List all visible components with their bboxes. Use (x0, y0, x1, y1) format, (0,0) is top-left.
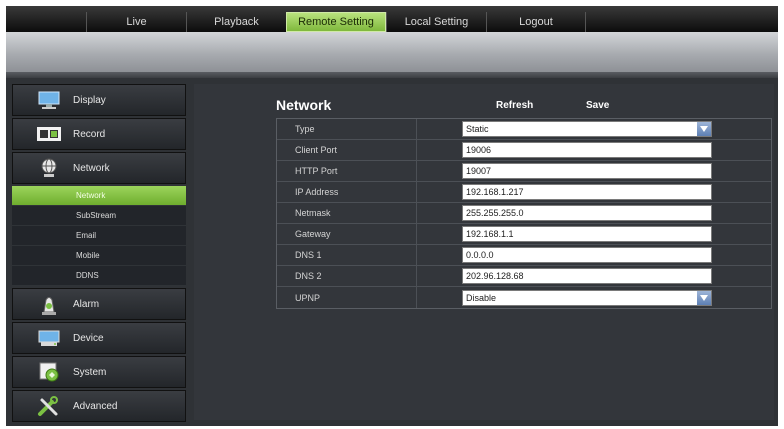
sidebar-item-label: Device (73, 332, 104, 344)
sidebar: Display Record Network Network SubStream… (12, 84, 186, 424)
refresh-button[interactable]: Refresh (496, 100, 533, 111)
subitem-network[interactable]: Network (12, 186, 186, 206)
film-icon (35, 123, 63, 145)
tab-logout[interactable]: Logout (486, 12, 586, 32)
sidebar-item-label: Advanced (73, 400, 118, 412)
siren-icon (35, 293, 63, 315)
upnp-select-value: Disable (466, 292, 497, 303)
settings-row-netmask: Netmask (277, 203, 771, 224)
sidebar-item-label: Display (73, 94, 106, 106)
field-label: HTTP Port (277, 161, 417, 181)
sidebar-item-label: Network (73, 162, 110, 174)
sidebar-item-label: System (73, 366, 107, 378)
tab-local-setting[interactable]: Local Setting (386, 12, 486, 32)
http-port-input[interactable] (462, 163, 712, 179)
tab-remote-setting[interactable]: Remote Setting (286, 12, 386, 32)
sidebar-item-network[interactable]: Network (12, 152, 186, 184)
chevron-down-icon[interactable] (697, 122, 711, 136)
chevron-down-icon[interactable] (697, 290, 711, 305)
field-label: Netmask (277, 203, 417, 223)
sidebar-item-record[interactable]: Record (12, 118, 186, 150)
settings-row-gateway: Gateway (277, 224, 771, 245)
tab-live[interactable]: Live (86, 12, 186, 32)
sidebar-item-label: Record (73, 128, 106, 140)
network-submenu: Network SubStream Email Mobile DDNS (12, 186, 186, 286)
top-nav-bar: Live Playback Remote Setting Local Setti… (6, 6, 778, 32)
panel-header: Network Refresh Save (276, 94, 770, 116)
sidebar-item-system[interactable]: System (12, 356, 186, 388)
settings-row-dns1: DNS 1 (277, 245, 771, 266)
main-tabs: Live Playback Remote Setting Local Setti… (86, 12, 586, 32)
settings-row-dns2: DNS 2 (277, 266, 771, 287)
tools-icon (35, 395, 63, 417)
system-icon (35, 361, 63, 383)
globe-icon (35, 157, 63, 179)
sidebar-item-alarm[interactable]: Alarm (12, 288, 186, 320)
upnp-select[interactable]: Disable (462, 289, 712, 306)
field-label: Client Port (277, 140, 417, 160)
dns1-input[interactable] (462, 247, 712, 263)
tab-playback[interactable]: Playback (186, 12, 286, 32)
ip-address-input[interactable] (462, 184, 712, 200)
settings-row-ip-address: IP Address (277, 182, 771, 203)
client-port-input[interactable] (462, 142, 712, 158)
type-select-value: Static (466, 124, 489, 134)
settings-row-http-port: HTTP Port (277, 161, 771, 182)
content-panel: Network Refresh Save Type Static Client … (194, 84, 774, 420)
field-label: IP Address (277, 182, 417, 202)
hdd-icon (35, 327, 63, 349)
subitem-email[interactable]: Email (12, 226, 186, 246)
field-label: Type (277, 119, 417, 139)
field-label: DNS 1 (277, 245, 417, 265)
sidebar-item-display[interactable]: Display (12, 84, 186, 116)
page-title: Network (276, 97, 332, 113)
field-label: Gateway (277, 224, 417, 244)
header-band (6, 32, 778, 72)
settings-row-type: Type Static (277, 119, 771, 140)
settings-row-upnp: UPNP Disable (277, 287, 771, 308)
sidebar-item-advanced[interactable]: Advanced (12, 390, 186, 422)
type-select[interactable]: Static (462, 121, 712, 137)
field-label: UPNP (277, 287, 417, 308)
subitem-ddns[interactable]: DDNS (12, 266, 186, 286)
settings-row-client-port: Client Port (277, 140, 771, 161)
network-settings-grid: Type Static Client Port HTTP Port (276, 118, 772, 309)
netmask-input[interactable] (462, 205, 712, 221)
field-label: DNS 2 (277, 266, 417, 286)
subitem-substream[interactable]: SubStream (12, 206, 186, 226)
monitor-icon (35, 89, 63, 111)
sidebar-item-device[interactable]: Device (12, 322, 186, 354)
sidebar-item-label: Alarm (73, 298, 100, 310)
subitem-mobile[interactable]: Mobile (12, 246, 186, 266)
dns2-input[interactable] (462, 268, 712, 284)
gateway-input[interactable] (462, 226, 712, 242)
save-button[interactable]: Save (586, 100, 609, 111)
main-area: Display Record Network Network SubStream… (6, 78, 778, 426)
